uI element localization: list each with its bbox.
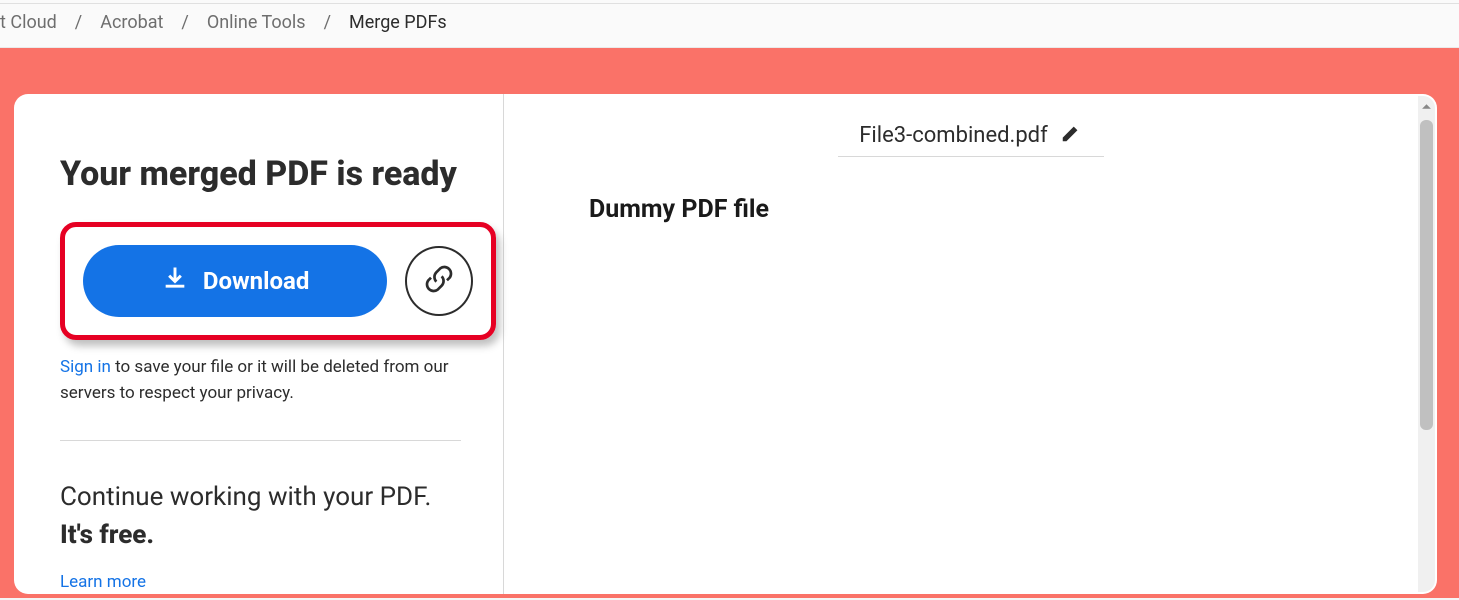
continue-prefix: Continue working with your PDF. [60,482,431,512]
breadcrumb-item-cloud[interactable]: t Cloud [0,12,57,33]
continue-free: It's free. [60,520,154,550]
breadcrumb-separator: / [75,12,82,33]
panel-divider [60,440,461,441]
preview-scrollbar[interactable] [1418,96,1435,592]
breadcrumb-separator: / [324,12,331,33]
download-icon [161,264,189,298]
pdf-preview-content: Dummy PDF file [504,195,1437,224]
save-info-rest: to save your file or it will be deleted … [60,357,448,403]
breadcrumb-separator: / [181,12,188,33]
scroll-up-arrow-icon[interactable] [1421,101,1432,112]
pdf-preview-panel: File3-combined.pdf Dummy PDF file [504,94,1437,594]
continue-working-text: Continue working with your PDF. It's fre… [60,479,461,554]
download-actions-highlight: Download [60,222,496,340]
scrollbar-thumb[interactable] [1420,120,1433,430]
pencil-icon [1060,129,1082,148]
breadcrumb-item-acrobat[interactable]: Acrobat [100,12,163,33]
download-button[interactable]: Download [83,245,387,317]
breadcrumb-item-merge-pdfs: Merge PDFs [349,12,447,33]
left-panel: Your merged PDF is ready Download Sign i… [14,94,504,594]
page-title: Your merged PDF is ready [60,154,461,194]
share-link-button[interactable] [405,246,473,316]
link-icon [423,263,455,299]
page-background: Your merged PDF is ready Download Sign i… [0,48,1459,598]
breadcrumb-item-online-tools[interactable]: Online Tools [207,12,306,33]
save-info-text: Sign in to save your file or it will be … [60,355,461,406]
learn-more-link[interactable]: Learn more [60,572,146,592]
filename-text: File3-combined.pdf [859,123,1047,148]
sign-in-link[interactable]: Sign in [60,357,111,377]
main-card: Your merged PDF is ready Download Sign i… [14,94,1437,594]
filename-bar: File3-combined.pdf [838,114,1104,157]
breadcrumb: t Cloud / Acrobat / Online Tools / Merge… [0,4,1459,48]
edit-filename-button[interactable] [1060,122,1082,148]
download-button-label: Download [203,267,309,295]
